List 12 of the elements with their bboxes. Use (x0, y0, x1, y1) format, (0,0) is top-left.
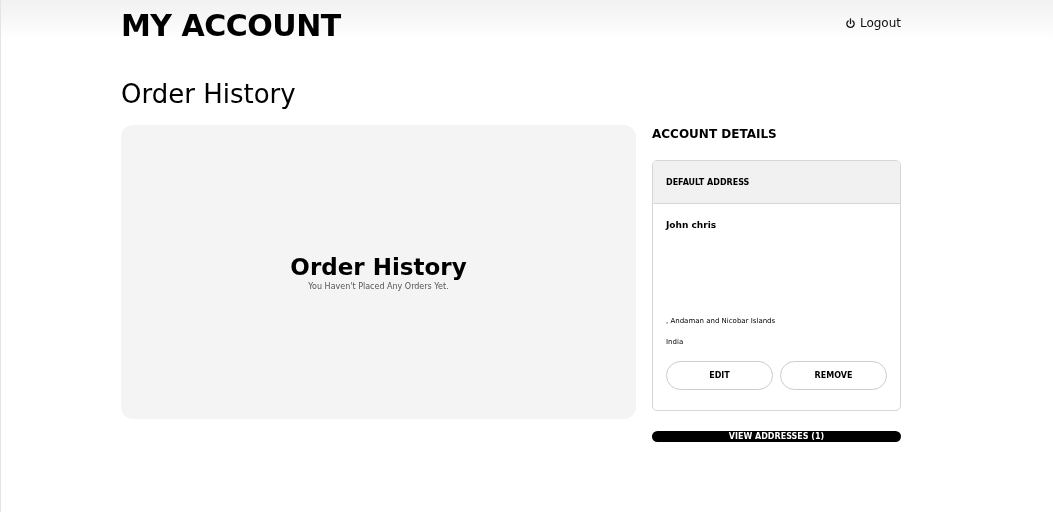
power-icon (844, 17, 856, 29)
empty-state-title: Order History (290, 253, 467, 280)
remove-button[interactable]: REMOVE (780, 361, 887, 390)
logout-link[interactable]: Logout (844, 16, 901, 30)
view-addresses-button[interactable]: VIEW ADDRESSES (1) (652, 431, 901, 442)
page-title: MY ACCOUNT (121, 8, 341, 43)
empty-state-message: You Haven't Placed Any Orders Yet. (308, 281, 449, 291)
section-heading: ACCOUNT DETAILS (652, 126, 778, 141)
edit-button[interactable]: EDIT (666, 361, 773, 390)
section-title: Order History (121, 79, 297, 109)
card-title: DEFAULT ADDRESS (666, 177, 750, 187)
address-name: John chris (666, 220, 718, 230)
